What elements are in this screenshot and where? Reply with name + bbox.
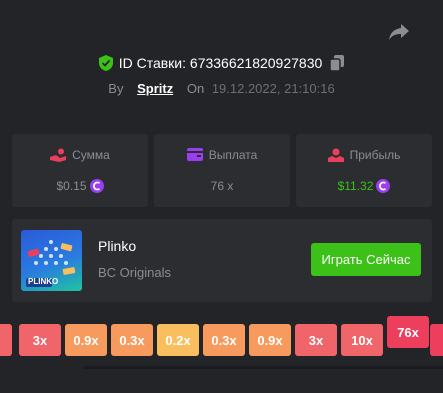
horizontal-scrollbar[interactable] bbox=[84, 366, 443, 369]
stat-amount-label: Сумма bbox=[72, 147, 110, 162]
user-link[interactable]: Spritz bbox=[137, 81, 173, 96]
multiplier-slot: 0.3x bbox=[111, 324, 153, 356]
stat-profit: Прибыль $11.32 bbox=[296, 134, 432, 207]
hand-coin-icon bbox=[50, 148, 67, 162]
play-now-button[interactable]: Играть Сейчас bbox=[311, 243, 421, 276]
bcd-coin-icon bbox=[89, 178, 104, 193]
stat-profit-value: $11.32 bbox=[337, 178, 374, 193]
stat-payout-label: Выплата bbox=[208, 147, 258, 162]
plinko-thumbnail[interactable]: PLINKO bbox=[21, 230, 82, 291]
profit-icon bbox=[327, 148, 344, 162]
stat-amount: Сумма $0.15 bbox=[12, 134, 148, 207]
multiplier-slot: 0.9x bbox=[65, 324, 107, 356]
multiplier-slot: 0.3x bbox=[203, 324, 245, 356]
game-card: PLINKO Plinko BC Originals Играть Сейчас bbox=[12, 219, 432, 302]
multiplier-slot-edge bbox=[430, 324, 443, 356]
wallet-icon bbox=[186, 148, 203, 162]
multiplier-slot: 3x bbox=[19, 324, 61, 356]
by-label: By bbox=[108, 81, 124, 96]
bet-meta-row: By Spritz On 19.12.2022, 21:10:16 bbox=[0, 80, 443, 98]
multiplier-slot: 3x bbox=[295, 324, 337, 356]
game-name[interactable]: Plinko bbox=[98, 238, 136, 254]
multiplier-slot-edge bbox=[0, 324, 12, 356]
multiplier-slot-selected: 76x bbox=[387, 316, 429, 348]
multiplier-slot: 10x bbox=[341, 324, 383, 356]
stat-payout-value: 76 x bbox=[210, 178, 234, 193]
share-icon[interactable] bbox=[388, 22, 410, 42]
on-label: On bbox=[186, 81, 205, 96]
multiplier-slot: 0.9x bbox=[249, 324, 291, 356]
bcd-coin-icon bbox=[376, 178, 391, 193]
bet-id-row: ID Ставки: 67336621820927830 bbox=[0, 52, 443, 73]
bet-id: ID Ставки: 67336621820927830 bbox=[118, 55, 323, 72]
shield-check-icon bbox=[98, 55, 113, 72]
game-provider: BC Originals bbox=[98, 265, 171, 280]
thumb-text: PLINKO bbox=[28, 277, 59, 286]
bet-datetime: 19.12.2022, 21:10:16 bbox=[211, 81, 335, 96]
stat-profit-label: Прибыль bbox=[349, 147, 401, 162]
multiplier-slot: 0.2x bbox=[157, 324, 199, 356]
stat-payout: Выплата 76 x bbox=[154, 134, 290, 207]
stat-amount-value: $0.15 bbox=[56, 178, 87, 193]
copy-icon[interactable] bbox=[330, 55, 345, 72]
